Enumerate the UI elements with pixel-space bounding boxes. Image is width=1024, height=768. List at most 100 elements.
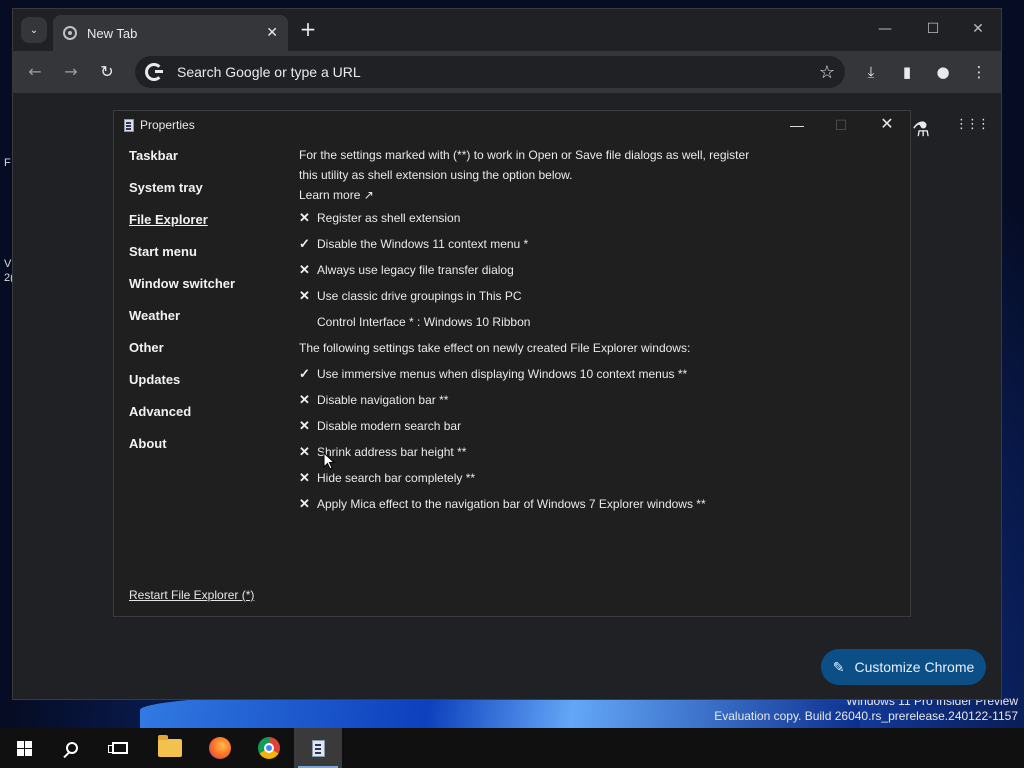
restart-file-explorer-link[interactable]: Restart File Explorer (*) [129, 588, 254, 602]
side-panel-button[interactable]: ▮ [895, 60, 919, 84]
plus-icon: + [299, 17, 317, 41]
option-label: Shrink address bar height ** [317, 445, 467, 459]
option-label: Apply Mica effect to the navigation bar … [317, 497, 706, 511]
desktop-edge-text: F [4, 157, 11, 169]
profile-button[interactable]: ● [931, 60, 955, 84]
cross-icon: ✕ [299, 470, 310, 485]
new-tab-button[interactable]: + [295, 17, 321, 43]
sidebar-item-updates[interactable]: Updates [129, 371, 279, 403]
close-icon: ✕ [972, 21, 984, 37]
start-button[interactable] [0, 728, 48, 768]
properties-window: Properties — ☐ ✕ Taskbar System tray Fil… [113, 110, 911, 617]
option-disable-win11-context-menu[interactable]: ✓ Disable the Windows 11 context menu * [299, 231, 769, 257]
option-hide-search-bar[interactable]: ✕ Hide search bar completely ** [299, 465, 769, 491]
properties-app-button[interactable] [294, 728, 342, 768]
option-label: Control Interface * : Windows 10 Ribbon [317, 315, 531, 329]
back-button[interactable]: ← [23, 60, 47, 84]
check-icon: ✓ [299, 366, 310, 381]
customize-chrome-button[interactable]: ✎ Customize Chrome [821, 649, 986, 685]
cross-icon: ✕ [299, 444, 310, 459]
option-label: Disable the Windows 11 context menu * [317, 237, 529, 251]
chevron-down-icon: ⌄ [29, 24, 39, 36]
search-button[interactable] [48, 728, 96, 768]
properties-app-icon [124, 118, 134, 132]
maximize-icon: ☐ [834, 117, 848, 133]
sidebar-item-taskbar[interactable]: Taskbar [129, 147, 279, 179]
omnibox[interactable]: Search Google or type a URL ☆ [135, 56, 845, 88]
chrome-close-button[interactable]: ✕ [958, 17, 998, 41]
search-icon [66, 742, 78, 754]
option-label: Use immersive menus when displaying Wind… [317, 367, 688, 381]
firefox-button[interactable] [196, 728, 244, 768]
cross-icon: ✕ [299, 418, 310, 433]
option-label: Always use legacy file transfer dialog [317, 263, 514, 277]
chrome-minimize-button[interactable]: — [865, 17, 905, 41]
star-icon[interactable]: ☆ [819, 62, 835, 83]
file-explorer-button[interactable] [146, 728, 194, 768]
tab-new-tab[interactable]: New Tab ✕ [53, 15, 288, 51]
chrome-menu-button[interactable]: ⋮ [967, 60, 991, 84]
download-icon: ⤓ [867, 63, 875, 81]
flask-icon: ⚗ [912, 117, 930, 141]
firefox-icon [209, 737, 231, 759]
maximize-icon: ☐ [926, 21, 940, 37]
option-label: Register as shell extension [317, 211, 461, 225]
close-icon[interactable]: ✕ [266, 25, 278, 41]
option-classic-drive-groupings[interactable]: ✕ Use classic drive groupings in This PC [299, 283, 769, 309]
sidebar-item-system-tray[interactable]: System tray [129, 179, 279, 211]
cross-icon: ✕ [299, 496, 310, 511]
option-shrink-address-bar[interactable]: ✕ Shrink address bar height ** [299, 439, 769, 465]
sidebar-item-advanced[interactable]: Advanced [129, 403, 279, 435]
close-icon: ✕ [880, 116, 894, 133]
properties-minimize-button[interactable]: — [774, 113, 820, 137]
option-label: Disable modern search bar [317, 419, 462, 433]
downloads-button[interactable]: ⤓ [859, 60, 883, 84]
chrome-maximize-button[interactable]: ☐ [913, 17, 953, 41]
labs-button[interactable]: ⚗ [909, 117, 933, 141]
sidebar-item-window-switcher[interactable]: Window switcher [129, 275, 279, 307]
arrow-left-icon: ← [28, 62, 42, 81]
taskbar [0, 728, 1024, 768]
reload-icon: ↻ [100, 62, 114, 81]
omnibox-input[interactable]: Search Google or type a URL [177, 64, 819, 80]
forward-button[interactable]: → [59, 60, 83, 84]
intro-text: For the settings marked with (**) to wor… [299, 148, 750, 182]
task-view-icon [108, 742, 128, 754]
arrow-right-icon: → [64, 62, 78, 81]
chrome-button[interactable] [245, 728, 293, 768]
properties-app-icon [311, 739, 325, 757]
customize-chrome-label: Customize Chrome [854, 659, 975, 675]
option-legacy-file-transfer-dialog[interactable]: ✕ Always use legacy file transfer dialog [299, 257, 769, 283]
desktop-edge-text: V [4, 258, 12, 270]
sidebar-item-about[interactable]: About [129, 435, 279, 467]
apps-grid-icon: ⋮⋮⋮ [955, 117, 990, 132]
learn-more-link[interactable]: Learn more ↗ [299, 185, 769, 205]
properties-close-button[interactable]: ✕ [864, 113, 910, 137]
cross-icon: ✕ [299, 262, 310, 277]
cross-icon: ✕ [299, 210, 310, 225]
option-control-interface[interactable]: Control Interface * : Windows 10 Ribbon [299, 309, 769, 335]
option-disable-navigation-bar[interactable]: ✕ Disable navigation bar ** [299, 387, 769, 413]
option-mica-navigation-bar[interactable]: ✕ Apply Mica effect to the navigation ba… [299, 491, 769, 517]
check-icon: ✓ [299, 236, 310, 251]
reload-button[interactable]: ↻ [95, 60, 119, 84]
file-explorer-settings: For the settings marked with (**) to wor… [299, 145, 769, 517]
properties-maximize-button: ☐ [818, 113, 864, 137]
option-label: Use classic drive groupings in This PC [317, 289, 522, 303]
option-label: Hide search bar completely ** [317, 471, 476, 485]
sidebar-item-start-menu[interactable]: Start menu [129, 243, 279, 275]
sidebar-item-other[interactable]: Other [129, 339, 279, 371]
option-immersive-menus[interactable]: ✓ Use immersive menus when displaying Wi… [299, 361, 769, 387]
tab-search-button[interactable]: ⌄ [21, 17, 47, 43]
option-register-shell-extension[interactable]: ✕ Register as shell extension [299, 205, 769, 231]
properties-title: Properties [140, 118, 195, 132]
tab-title: New Tab [87, 25, 138, 41]
watermark-line: Evaluation copy. Build 26040.rs_prerelea… [714, 709, 1018, 723]
sidebar-item-weather[interactable]: Weather [129, 307, 279, 339]
google-apps-button[interactable]: ⋮⋮⋮ [955, 117, 990, 141]
task-view-button[interactable] [96, 728, 144, 768]
sidebar-item-file-explorer[interactable]: File Explorer [129, 211, 279, 243]
side-panel-icon: ▮ [902, 63, 912, 81]
minimize-icon: — [878, 21, 892, 37]
option-disable-modern-search-bar[interactable]: ✕ Disable modern search bar [299, 413, 769, 439]
